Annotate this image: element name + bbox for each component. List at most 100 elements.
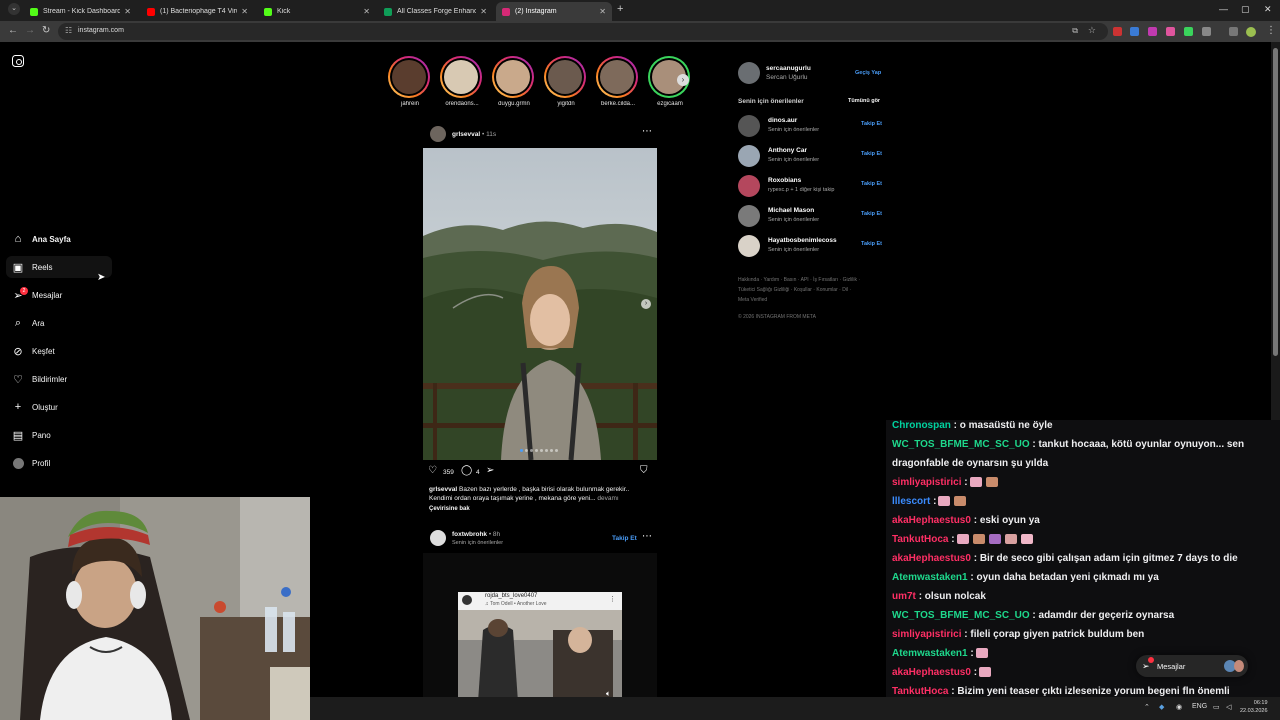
install-icon[interactable]: ⧉	[1072, 26, 1078, 36]
nav-reels[interactable]: ▣ Reels	[12, 256, 53, 278]
browser-menu-icon[interactable]: ⋮	[1266, 25, 1276, 36]
volume-icon[interactable]: ◁	[1226, 703, 1231, 711]
chat-username[interactable]: WC_TOS_BFME_MC_SC_UO	[892, 439, 1030, 450]
extension-icon[interactable]	[1130, 27, 1139, 36]
nav-home[interactable]: ⌂ Ana Sayfa	[12, 228, 71, 250]
nav-explore[interactable]: ⊘ Keşfet	[12, 340, 54, 362]
story-item[interactable]: jahrein	[388, 56, 432, 107]
nav-profile[interactable]: Profil	[12, 452, 50, 474]
carousel-next-button[interactable]: ›	[641, 299, 651, 309]
follow-button[interactable]: Takip Et	[861, 151, 882, 157]
nav-notifications[interactable]: ♡ Bildirimler	[12, 368, 67, 390]
chat-username[interactable]: lllescort	[892, 496, 930, 507]
footer-links[interactable]: Meta Verified	[738, 297, 767, 303]
story-item[interactable]: orendaons...	[440, 56, 484, 107]
mute-icon[interactable]: 🔈︎	[606, 689, 611, 697]
nav-search[interactable]: ⌕ Ara	[12, 312, 45, 334]
account-avatar[interactable]	[738, 62, 760, 84]
story-item[interactable]: duygu.grmn	[492, 56, 536, 107]
tray-app-icon[interactable]: ◉	[1176, 703, 1182, 711]
suggestion-username[interactable]: Anthony Car	[768, 147, 807, 154]
chat-username[interactable]: um7t	[892, 591, 916, 602]
tray-overflow-icon[interactable]: ⌃	[1144, 703, 1150, 711]
address-bar[interactable]: ☷ instagram.com ⧉ ☆	[58, 23, 1108, 40]
post-avatar[interactable]	[430, 126, 446, 142]
extension-icon[interactable]	[1113, 27, 1122, 36]
minimize-button[interactable]: —	[1219, 4, 1228, 14]
reel-video[interactable]: rojda_bts_love0407 ♫ Tom Odell • Another…	[423, 553, 657, 697]
post-username[interactable]: foxtwbrohk	[452, 531, 487, 538]
suggestion-avatar[interactable]	[738, 175, 760, 197]
close-tab-icon[interactable]: ✕	[124, 7, 131, 16]
story-item[interactable]: berke.cilda...	[596, 56, 640, 107]
close-tab-icon[interactable]: ✕	[241, 7, 248, 16]
suggestion-avatar[interactable]	[738, 145, 760, 167]
footer-links[interactable]: Tüketici Sağlığı Gizliliği · Koşullar · …	[738, 287, 851, 293]
tab-kick-dashboard[interactable]: Stream - Kick Dashboard ✕	[24, 2, 137, 21]
taskbar-clock[interactable]: 06:19 22.03.2026	[1240, 699, 1268, 715]
more-link[interactable]: devamı	[597, 495, 618, 502]
forward-button[interactable]: →	[25, 25, 35, 36]
suggestion-username[interactable]: Michael Mason	[768, 207, 814, 214]
follow-button[interactable]: Takip Et	[861, 181, 882, 187]
chat-username[interactable]: akaHephaestus0	[892, 667, 971, 678]
scrollbar-thumb[interactable]	[1273, 48, 1278, 356]
tab-kick[interactable]: Kick ✕	[258, 2, 376, 21]
suggestion-avatar[interactable]	[738, 205, 760, 227]
comment-icon[interactable]: ◯	[461, 465, 472, 476]
close-tab-icon[interactable]: ✕	[480, 7, 487, 16]
close-window-button[interactable]: ✕	[1264, 4, 1272, 15]
chat-username[interactable]: Chronospan	[892, 420, 951, 431]
switch-account-button[interactable]: Geçiş Yap	[855, 70, 881, 76]
profile-avatar[interactable]	[1246, 27, 1256, 37]
post-options-icon[interactable]: ⋯	[642, 126, 652, 137]
nav-create[interactable]: + Oluştur	[12, 396, 58, 418]
bookmark-star-icon[interactable]: ☆	[1088, 25, 1096, 36]
close-tab-icon[interactable]: ✕	[363, 7, 370, 16]
back-button[interactable]: ←	[8, 25, 18, 36]
chat-username[interactable]: TankutHoca	[892, 686, 949, 697]
nav-dashboard[interactable]: ▤ Pano	[12, 424, 51, 446]
post-username[interactable]: grlsevval	[452, 131, 480, 138]
save-bookmark-icon[interactable]: ⛉	[640, 465, 648, 476]
chat-username[interactable]: WC_TOS_BFME_MC_SC_UO	[892, 610, 1030, 621]
reading-list-icon[interactable]	[1229, 27, 1238, 36]
follow-button[interactable]: Takip Et	[861, 241, 882, 247]
tab-bacteriophage[interactable]: (1) Bacteriophage T4 Virus - 3D ✕	[141, 2, 254, 21]
follow-button[interactable]: Takip Et	[861, 211, 882, 217]
post-avatar[interactable]	[430, 530, 446, 546]
extensions-puzzle-icon[interactable]	[1202, 27, 1211, 36]
reload-button[interactable]: ↻	[42, 25, 50, 36]
post-image[interactable]	[423, 148, 657, 460]
chat-username[interactable]: TankutHoca	[892, 534, 949, 545]
account-username[interactable]: sercaanugurlu	[766, 65, 811, 72]
tab-instagram[interactable]: (2) Instagram ✕	[496, 2, 612, 21]
translate-link[interactable]: Çevirisine bak	[429, 506, 470, 512]
share-icon[interactable]: ➢	[486, 465, 494, 476]
maximize-button[interactable]: ▢	[1241, 4, 1250, 15]
site-info-icon[interactable]: ☷	[65, 26, 72, 35]
extension-icon[interactable]	[1166, 27, 1175, 36]
suggestion-username[interactable]: Roxobians	[768, 177, 801, 184]
chat-username[interactable]: simliyapistirici	[892, 629, 961, 640]
chat-username[interactable]: akaHephaestus0	[892, 515, 971, 526]
tab-search-icon[interactable]: ⌄	[8, 3, 20, 15]
language-indicator[interactable]: ENG	[1192, 703, 1207, 710]
footer-links[interactable]: Hakkında · Yardım · Basın · API · İş Fır…	[738, 277, 860, 283]
instagram-logo-icon[interactable]	[12, 55, 24, 67]
stories-next-button[interactable]: ›	[677, 74, 689, 86]
nav-messages[interactable]: ➢ Mesajlar	[12, 284, 62, 306]
chat-username[interactable]: Atemwastaken1	[892, 648, 968, 659]
suggestion-avatar[interactable]	[738, 115, 760, 137]
chat-username[interactable]: Atemwastaken1	[892, 572, 968, 583]
follow-button[interactable]: Takip Et	[861, 121, 882, 127]
story-item[interactable]: yigitdn	[544, 56, 588, 107]
suggestion-username[interactable]: Hayatbosbenimlecoss	[768, 237, 837, 244]
extension-icon[interactable]	[1148, 27, 1157, 36]
tab-forge-enhancement[interactable]: All Classes Forge Enhancement ✕	[378, 2, 493, 21]
like-heart-icon[interactable]: ♡	[428, 465, 437, 476]
chat-username[interactable]: simliyapistirici	[892, 477, 961, 488]
new-tab-button[interactable]: +	[617, 3, 623, 15]
wifi-icon[interactable]: ▭	[1213, 703, 1220, 711]
close-tab-icon[interactable]: ✕	[599, 7, 606, 16]
